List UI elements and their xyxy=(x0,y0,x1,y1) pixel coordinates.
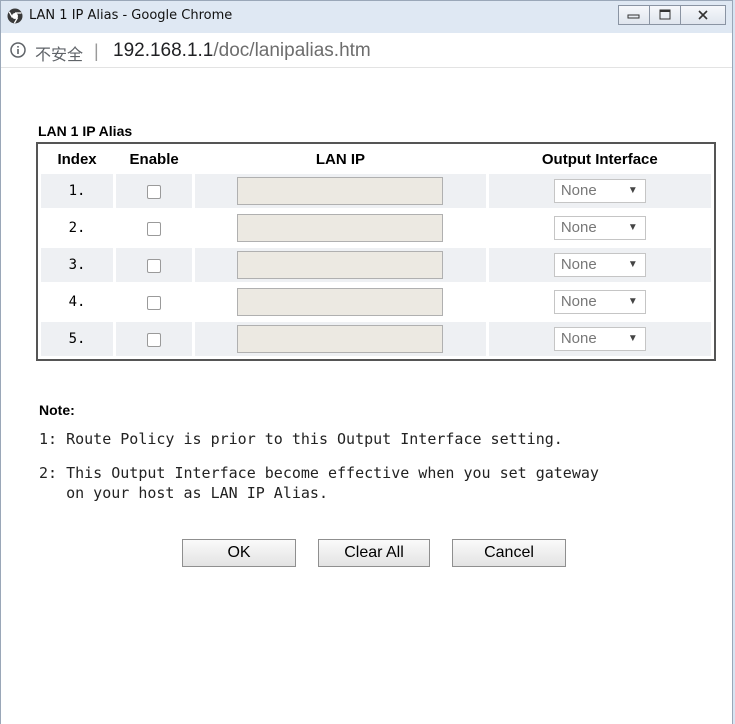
note-2-continued: on your host as LAN IP Alias. xyxy=(39,484,328,502)
lan-ip-input[interactable] xyxy=(237,251,444,279)
table-row: 3. None ▼ xyxy=(41,248,711,282)
enable-checkbox[interactable] xyxy=(147,332,162,347)
security-label[interactable]: 不安全 xyxy=(35,41,83,65)
enable-checkbox[interactable] xyxy=(147,221,162,236)
table-row: 2. None ▼ xyxy=(41,211,711,245)
note-1: 1: Route Policy is prior to this Output … xyxy=(39,430,563,448)
clear-all-button[interactable]: Clear All xyxy=(318,539,430,567)
lan-ip-input[interactable] xyxy=(237,325,444,353)
close-button[interactable] xyxy=(680,5,726,25)
info-icon[interactable] xyxy=(10,42,26,58)
window-title: LAN 1 IP Alias - Google Chrome xyxy=(29,8,233,23)
enable-checkbox[interactable] xyxy=(147,295,162,310)
header-output-interface: Output Interface xyxy=(541,150,658,168)
row-index: 3. xyxy=(41,248,114,282)
row-index: 2. xyxy=(41,211,114,245)
section-title: LAN 1 IP Alias xyxy=(38,123,133,139)
window-controls xyxy=(618,5,726,25)
url-path: /doc/lanipalias.htm xyxy=(213,40,371,61)
note-title: Note: xyxy=(39,402,75,418)
dropdown-arrow-icon: ▼ xyxy=(627,185,638,196)
select-value: None xyxy=(560,219,597,236)
lan-ip-input[interactable] xyxy=(237,288,444,316)
maximize-icon xyxy=(659,9,671,20)
ok-button[interactable]: OK xyxy=(182,539,296,567)
address-bar[interactable]: 不安全 | 192.168.1.1/doc/lanipalias.htm xyxy=(1,33,732,68)
page-content: LAN 1 IP Alias Index Enable LAN IP Outpu… xyxy=(1,68,732,724)
url-host: 192.168.1.1 xyxy=(113,40,214,61)
note-2: 2: This Output Interface become effectiv… xyxy=(39,464,599,482)
dropdown-arrow-icon: ▼ xyxy=(627,333,638,344)
dropdown-arrow-icon: ▼ xyxy=(627,222,638,233)
close-icon xyxy=(698,10,708,20)
output-interface-select[interactable]: None ▼ xyxy=(553,216,646,240)
table-row: 5. None ▼ xyxy=(41,322,711,356)
select-value: None xyxy=(560,256,597,273)
browser-window: LAN 1 IP Alias - Google Chrome 不安全 | 192… xyxy=(0,0,733,724)
select-value: None xyxy=(560,293,597,310)
header-index: Index xyxy=(57,150,97,168)
table-row: 4. None ▼ xyxy=(41,285,711,319)
enable-checkbox[interactable] xyxy=(147,258,162,273)
header-enable: Enable xyxy=(129,150,179,168)
output-interface-select[interactable]: None ▼ xyxy=(553,327,646,351)
lan-ip-input[interactable] xyxy=(237,177,444,205)
cancel-button[interactable]: Cancel xyxy=(452,539,566,567)
maximize-button[interactable] xyxy=(649,5,681,25)
url-text[interactable]: 192.168.1.1/doc/lanipalias.htm xyxy=(113,40,371,62)
output-interface-select[interactable]: None ▼ xyxy=(553,290,646,314)
row-index: 4. xyxy=(41,285,114,319)
output-interface-select[interactable]: None ▼ xyxy=(553,179,646,203)
dropdown-arrow-icon: ▼ xyxy=(627,259,638,270)
dropdown-arrow-icon: ▼ xyxy=(627,296,638,307)
header-lan-ip: LAN IP xyxy=(315,150,365,168)
minimize-button[interactable] xyxy=(618,5,650,25)
select-value: None xyxy=(560,330,597,347)
row-index: 5. xyxy=(41,322,114,356)
chrome-icon xyxy=(7,8,23,24)
button-row: OK Clear All Cancel xyxy=(182,539,566,567)
row-index: 1. xyxy=(41,174,114,208)
table-row: 1. None ▼ xyxy=(41,174,711,208)
minimize-icon xyxy=(627,14,640,19)
output-interface-select[interactable]: None ▼ xyxy=(553,253,646,277)
enable-checkbox[interactable] xyxy=(147,184,162,199)
select-value: None xyxy=(560,182,597,199)
title-bar[interactable]: LAN 1 IP Alias - Google Chrome xyxy=(1,1,732,33)
ip-alias-table: Index Enable LAN IP Output Interface 1. … xyxy=(36,142,716,361)
lan-ip-input[interactable] xyxy=(237,214,444,242)
address-separator: | xyxy=(94,41,99,61)
